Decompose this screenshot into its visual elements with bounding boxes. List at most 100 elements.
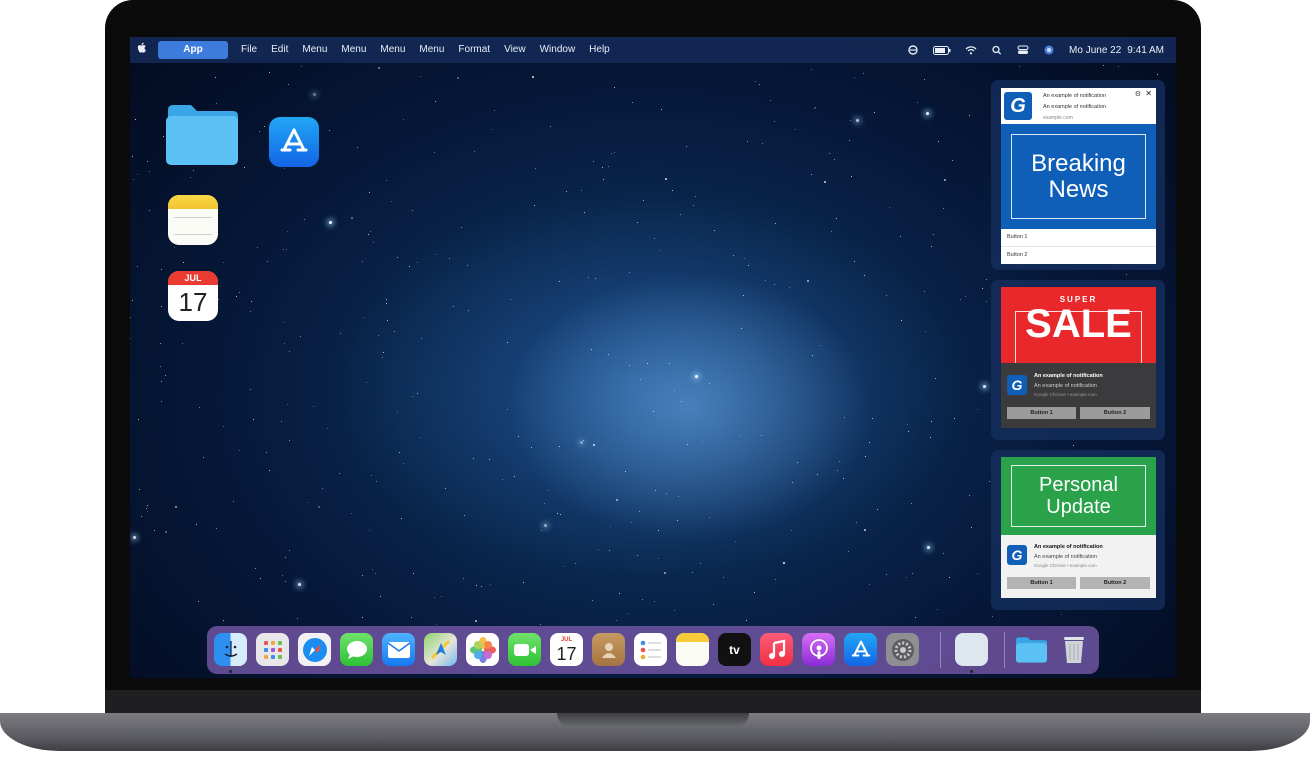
- star: [195, 524, 197, 526]
- button-1[interactable]: Button 1: [1007, 407, 1076, 419]
- star: [165, 531, 168, 534]
- star: [367, 233, 369, 235]
- star: [616, 498, 619, 501]
- system-preferences-icon[interactable]: [886, 633, 919, 666]
- star: [733, 255, 735, 257]
- star: [253, 418, 255, 420]
- star: [174, 247, 176, 249]
- menu-item-2[interactable]: Menu: [334, 37, 373, 63]
- star: [396, 257, 398, 259]
- downloads-folder-icon[interactable]: [1015, 633, 1048, 666]
- stack-icon[interactable]: [907, 45, 919, 55]
- star: [282, 321, 284, 323]
- app-store-dock-icon[interactable]: [844, 633, 877, 666]
- menu-item-3[interactable]: Menu: [373, 37, 412, 63]
- contacts-icon[interactable]: [592, 633, 625, 666]
- control-center-icon[interactable]: [1017, 45, 1029, 55]
- personal-update-banner[interactable]: Personal Update: [1001, 457, 1156, 535]
- apple-menu-icon[interactable]: [130, 37, 154, 63]
- menu-item-1[interactable]: Menu: [295, 37, 334, 63]
- sale-banner[interactable]: SUPER SALE: [1001, 287, 1156, 363]
- photos-icon[interactable]: [466, 633, 499, 666]
- notes-desktop-icon[interactable]: [168, 195, 218, 245]
- breaking-news-banner[interactable]: Breaking News: [1001, 124, 1156, 229]
- menu-help[interactable]: Help: [582, 37, 617, 63]
- star: [864, 274, 866, 276]
- menu-view[interactable]: View: [497, 37, 533, 63]
- notification-line-1: An example of notification: [1043, 93, 1106, 99]
- finder-icon[interactable]: [214, 633, 247, 666]
- trash-icon[interactable]: [1057, 633, 1090, 666]
- star: [313, 405, 315, 407]
- close-icon[interactable]: ✕: [1145, 89, 1152, 98]
- star: [1072, 444, 1074, 446]
- star: [563, 565, 565, 567]
- battery-icon[interactable]: [933, 45, 951, 55]
- star: [133, 179, 135, 181]
- messages-icon[interactable]: [340, 633, 373, 666]
- star: [489, 459, 491, 461]
- settings-gear-icon[interactable]: ⚙: [1135, 90, 1141, 98]
- folder-desktop-icon[interactable]: [165, 104, 239, 166]
- star: [917, 102, 919, 104]
- notification-card-2[interactable]: SUPER SALE G An example of notification …: [1001, 287, 1156, 428]
- siri-icon[interactable]: [1043, 45, 1055, 55]
- calendar-day: 17: [556, 643, 577, 664]
- star: [908, 431, 910, 433]
- menu-app[interactable]: App: [158, 41, 228, 59]
- wifi-icon[interactable]: [965, 45, 977, 55]
- calendar-desktop-icon[interactable]: JUL 17: [168, 271, 218, 321]
- apple-tv-icon[interactable]: tv: [718, 633, 751, 666]
- star: [398, 451, 400, 453]
- facetime-icon[interactable]: [508, 633, 541, 666]
- music-icon[interactable]: [760, 633, 793, 666]
- calendar-dock-icon[interactable]: JUL 17: [550, 633, 583, 666]
- button-2[interactable]: Button 2: [1001, 247, 1156, 264]
- app-store-desktop-icon[interactable]: [269, 117, 319, 167]
- blank-window-icon[interactable]: [955, 633, 988, 666]
- menu-window[interactable]: Window: [533, 37, 583, 63]
- launchpad-icon[interactable]: [256, 633, 289, 666]
- star: [848, 139, 850, 141]
- notification-card-3[interactable]: Personal Update G An example of notifica…: [1001, 457, 1156, 598]
- menu-item-4[interactable]: Menu: [412, 37, 451, 63]
- star: [637, 554, 639, 556]
- star: [753, 591, 755, 593]
- podcasts-icon[interactable]: [802, 633, 835, 666]
- star: [145, 508, 147, 510]
- star: [886, 295, 888, 297]
- star: [258, 130, 260, 132]
- star: [618, 593, 620, 595]
- button-2[interactable]: Button 2: [1080, 577, 1150, 589]
- star: [328, 129, 330, 131]
- maps-icon[interactable]: [424, 633, 457, 666]
- star: [666, 492, 668, 494]
- reminders-icon[interactable]: [634, 633, 667, 666]
- menu-format[interactable]: Format: [451, 37, 497, 63]
- running-indicator: [970, 670, 973, 673]
- star: [977, 408, 979, 410]
- star: [386, 180, 388, 182]
- button-1[interactable]: Button 1: [1007, 577, 1076, 589]
- notes-dock-icon[interactable]: [676, 633, 709, 666]
- star: [885, 574, 887, 576]
- safari-icon[interactable]: [298, 633, 331, 666]
- star: [843, 477, 845, 479]
- star: [981, 288, 983, 290]
- menubar-date[interactable]: Mo June 22: [1069, 45, 1121, 56]
- menubar-time[interactable]: 9:41 AM: [1127, 45, 1164, 56]
- search-icon[interactable]: [991, 45, 1003, 55]
- star: [640, 379, 642, 381]
- mail-icon[interactable]: [382, 633, 415, 666]
- star: [494, 109, 496, 111]
- star: [942, 208, 944, 210]
- notification-card-1[interactable]: G An example of notification An example …: [1001, 88, 1156, 264]
- button-1[interactable]: Button 1: [1001, 229, 1156, 247]
- star: [138, 488, 140, 490]
- menu-file[interactable]: File: [234, 37, 264, 63]
- button-2[interactable]: Button 2: [1080, 407, 1150, 419]
- star: [350, 512, 352, 514]
- star: [393, 330, 395, 332]
- menu-edit[interactable]: Edit: [264, 37, 295, 63]
- star: [1117, 66, 1119, 68]
